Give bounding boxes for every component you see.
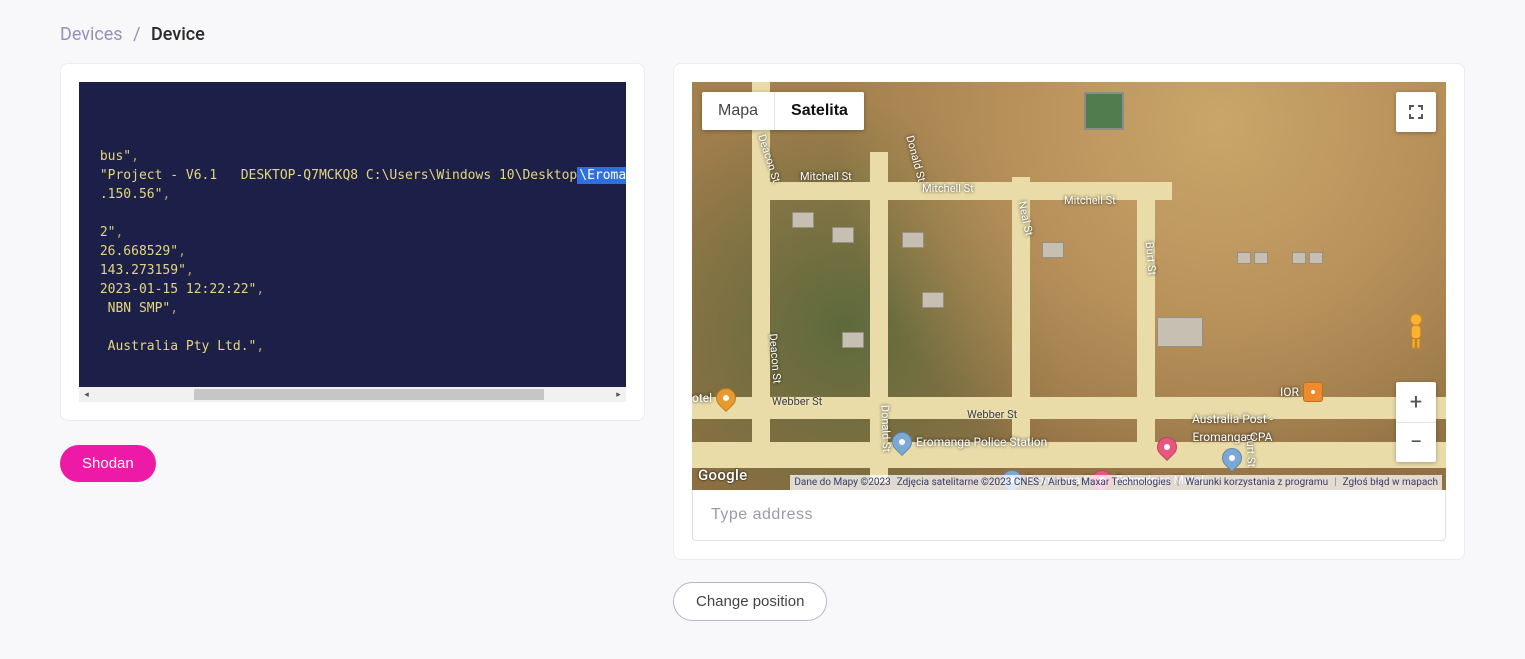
map-type-satellite[interactable]: Satelita bbox=[775, 92, 864, 130]
attr-imagery: Zdjęcia satelitarne ©2023 CNES / Airbus,… bbox=[897, 477, 1171, 488]
code-line-5: 2" bbox=[100, 225, 116, 240]
poi-auspost-label1: Australia Post - bbox=[1192, 412, 1273, 426]
code-line-7: 143.273159" bbox=[100, 263, 186, 278]
building bbox=[922, 292, 944, 308]
building bbox=[1254, 252, 1268, 264]
map-zoom-in[interactable]: + bbox=[1396, 382, 1436, 422]
breadcrumb: Devices / Device bbox=[0, 0, 1525, 63]
poi-ior-label: IOR bbox=[1280, 385, 1299, 399]
label-donald-2: Donald St bbox=[878, 405, 893, 453]
building bbox=[1237, 252, 1251, 264]
code-line-2a: "Project - V6.1 DESKTOP-Q7MCKQ8 C:\Users… bbox=[100, 168, 577, 183]
building bbox=[792, 212, 814, 228]
code-line-6: 26.668529" bbox=[100, 244, 178, 259]
address-input[interactable] bbox=[692, 490, 1446, 541]
label-mitchell-1: Mitchell St bbox=[800, 170, 852, 183]
map-card: Deacon St Deacon St Mitchell St Mitchell… bbox=[673, 63, 1465, 560]
poi-police-icon bbox=[888, 428, 916, 456]
map-canvas[interactable]: Deacon St Deacon St Mitchell St Mitchell… bbox=[692, 82, 1446, 490]
poi-police[interactable]: Eromanga Police Station bbox=[892, 432, 1047, 452]
attr-terms[interactable]: Warunki korzystania z programu bbox=[1185, 477, 1328, 488]
scroll-track[interactable] bbox=[94, 387, 611, 402]
building bbox=[842, 332, 864, 348]
map-type-switch: Mapa Satelita bbox=[702, 92, 864, 130]
label-mitchell-2: Mitchell St bbox=[922, 182, 974, 195]
scroll-thumb[interactable] bbox=[194, 389, 544, 400]
label-webber-2: Webber St bbox=[967, 408, 1017, 421]
building bbox=[902, 232, 924, 248]
label-burt: Burt St bbox=[1143, 241, 1159, 275]
poi-police-label: Eromanga Police Station bbox=[916, 435, 1047, 449]
map-attribution: Dane do Mapy ©2023 Zdjęcia satelitarne ©… bbox=[790, 475, 1442, 490]
shodan-json-output: bus", "Project - V6.1 DESKTOP-Q7MCKQ8 C:… bbox=[79, 82, 626, 387]
poi-auspost[interactable]: Australia Post - Eromanga CPA bbox=[1192, 412, 1273, 468]
scroll-left-arrow[interactable]: ◂ bbox=[79, 387, 94, 402]
label-webber-1: Webber St bbox=[772, 395, 822, 408]
building bbox=[1157, 317, 1203, 347]
poi-hotel[interactable]: otel bbox=[692, 388, 736, 408]
poi-lodging[interactable] bbox=[1157, 437, 1177, 457]
poi-ior-icon bbox=[1303, 382, 1323, 402]
code-highlight-eromanga: \Eromanga WTP bbox=[577, 167, 626, 184]
code-line-3: .150.56" bbox=[100, 187, 163, 202]
change-position-button[interactable]: Change position bbox=[673, 582, 827, 621]
water-tank bbox=[1084, 92, 1124, 130]
google-logo: Google bbox=[698, 466, 747, 484]
poi-auspost-label2: Eromanga CPA bbox=[1193, 430, 1273, 444]
poi-lodging-icon bbox=[1153, 433, 1181, 461]
pegman-icon bbox=[1400, 312, 1432, 350]
code-line-11: Australia Pty Ltd." bbox=[100, 339, 257, 354]
attr-report[interactable]: Zgłoś błąd w mapach bbox=[1343, 477, 1438, 488]
building bbox=[1292, 252, 1306, 264]
breadcrumb-current: Device bbox=[151, 24, 205, 45]
streetview-pegman[interactable] bbox=[1400, 312, 1432, 350]
breadcrumb-separator: / bbox=[133, 24, 140, 45]
map-type-map[interactable]: Mapa bbox=[702, 92, 775, 130]
poi-ior[interactable]: IOR bbox=[1280, 382, 1323, 402]
breadcrumb-devices-link[interactable]: Devices bbox=[60, 24, 123, 45]
scroll-right-arrow[interactable]: ▸ bbox=[611, 387, 626, 402]
poi-hotel-label: otel bbox=[692, 391, 712, 405]
map-zoom-out[interactable]: − bbox=[1396, 422, 1436, 462]
poi-auspost-icon bbox=[1218, 444, 1246, 472]
poi-hotel-icon bbox=[712, 384, 740, 412]
code-line-9: NBN SMP" bbox=[100, 301, 170, 316]
building bbox=[832, 227, 854, 243]
label-mitchell-3: Mitchell St bbox=[1064, 194, 1116, 207]
fullscreen-icon bbox=[1407, 103, 1425, 121]
map-zoom-controls: + − bbox=[1396, 382, 1436, 462]
label-donald: Donald St bbox=[903, 134, 928, 183]
shodan-data-card: bus", "Project - V6.1 DESKTOP-Q7MCKQ8 C:… bbox=[60, 63, 645, 421]
code-horizontal-scrollbar[interactable]: ◂ ▸ bbox=[79, 387, 626, 402]
building bbox=[1309, 252, 1323, 264]
code-line-1: bus" bbox=[100, 149, 131, 164]
shodan-button[interactable]: Shodan bbox=[60, 445, 156, 482]
road-coo bbox=[692, 442, 1446, 468]
map-fullscreen-button[interactable] bbox=[1396, 92, 1436, 132]
attr-data: Dane do Mapy ©2023 bbox=[794, 477, 890, 488]
code-line-8: 2023-01-15 12:22:22" bbox=[100, 282, 257, 297]
building bbox=[1042, 242, 1064, 258]
